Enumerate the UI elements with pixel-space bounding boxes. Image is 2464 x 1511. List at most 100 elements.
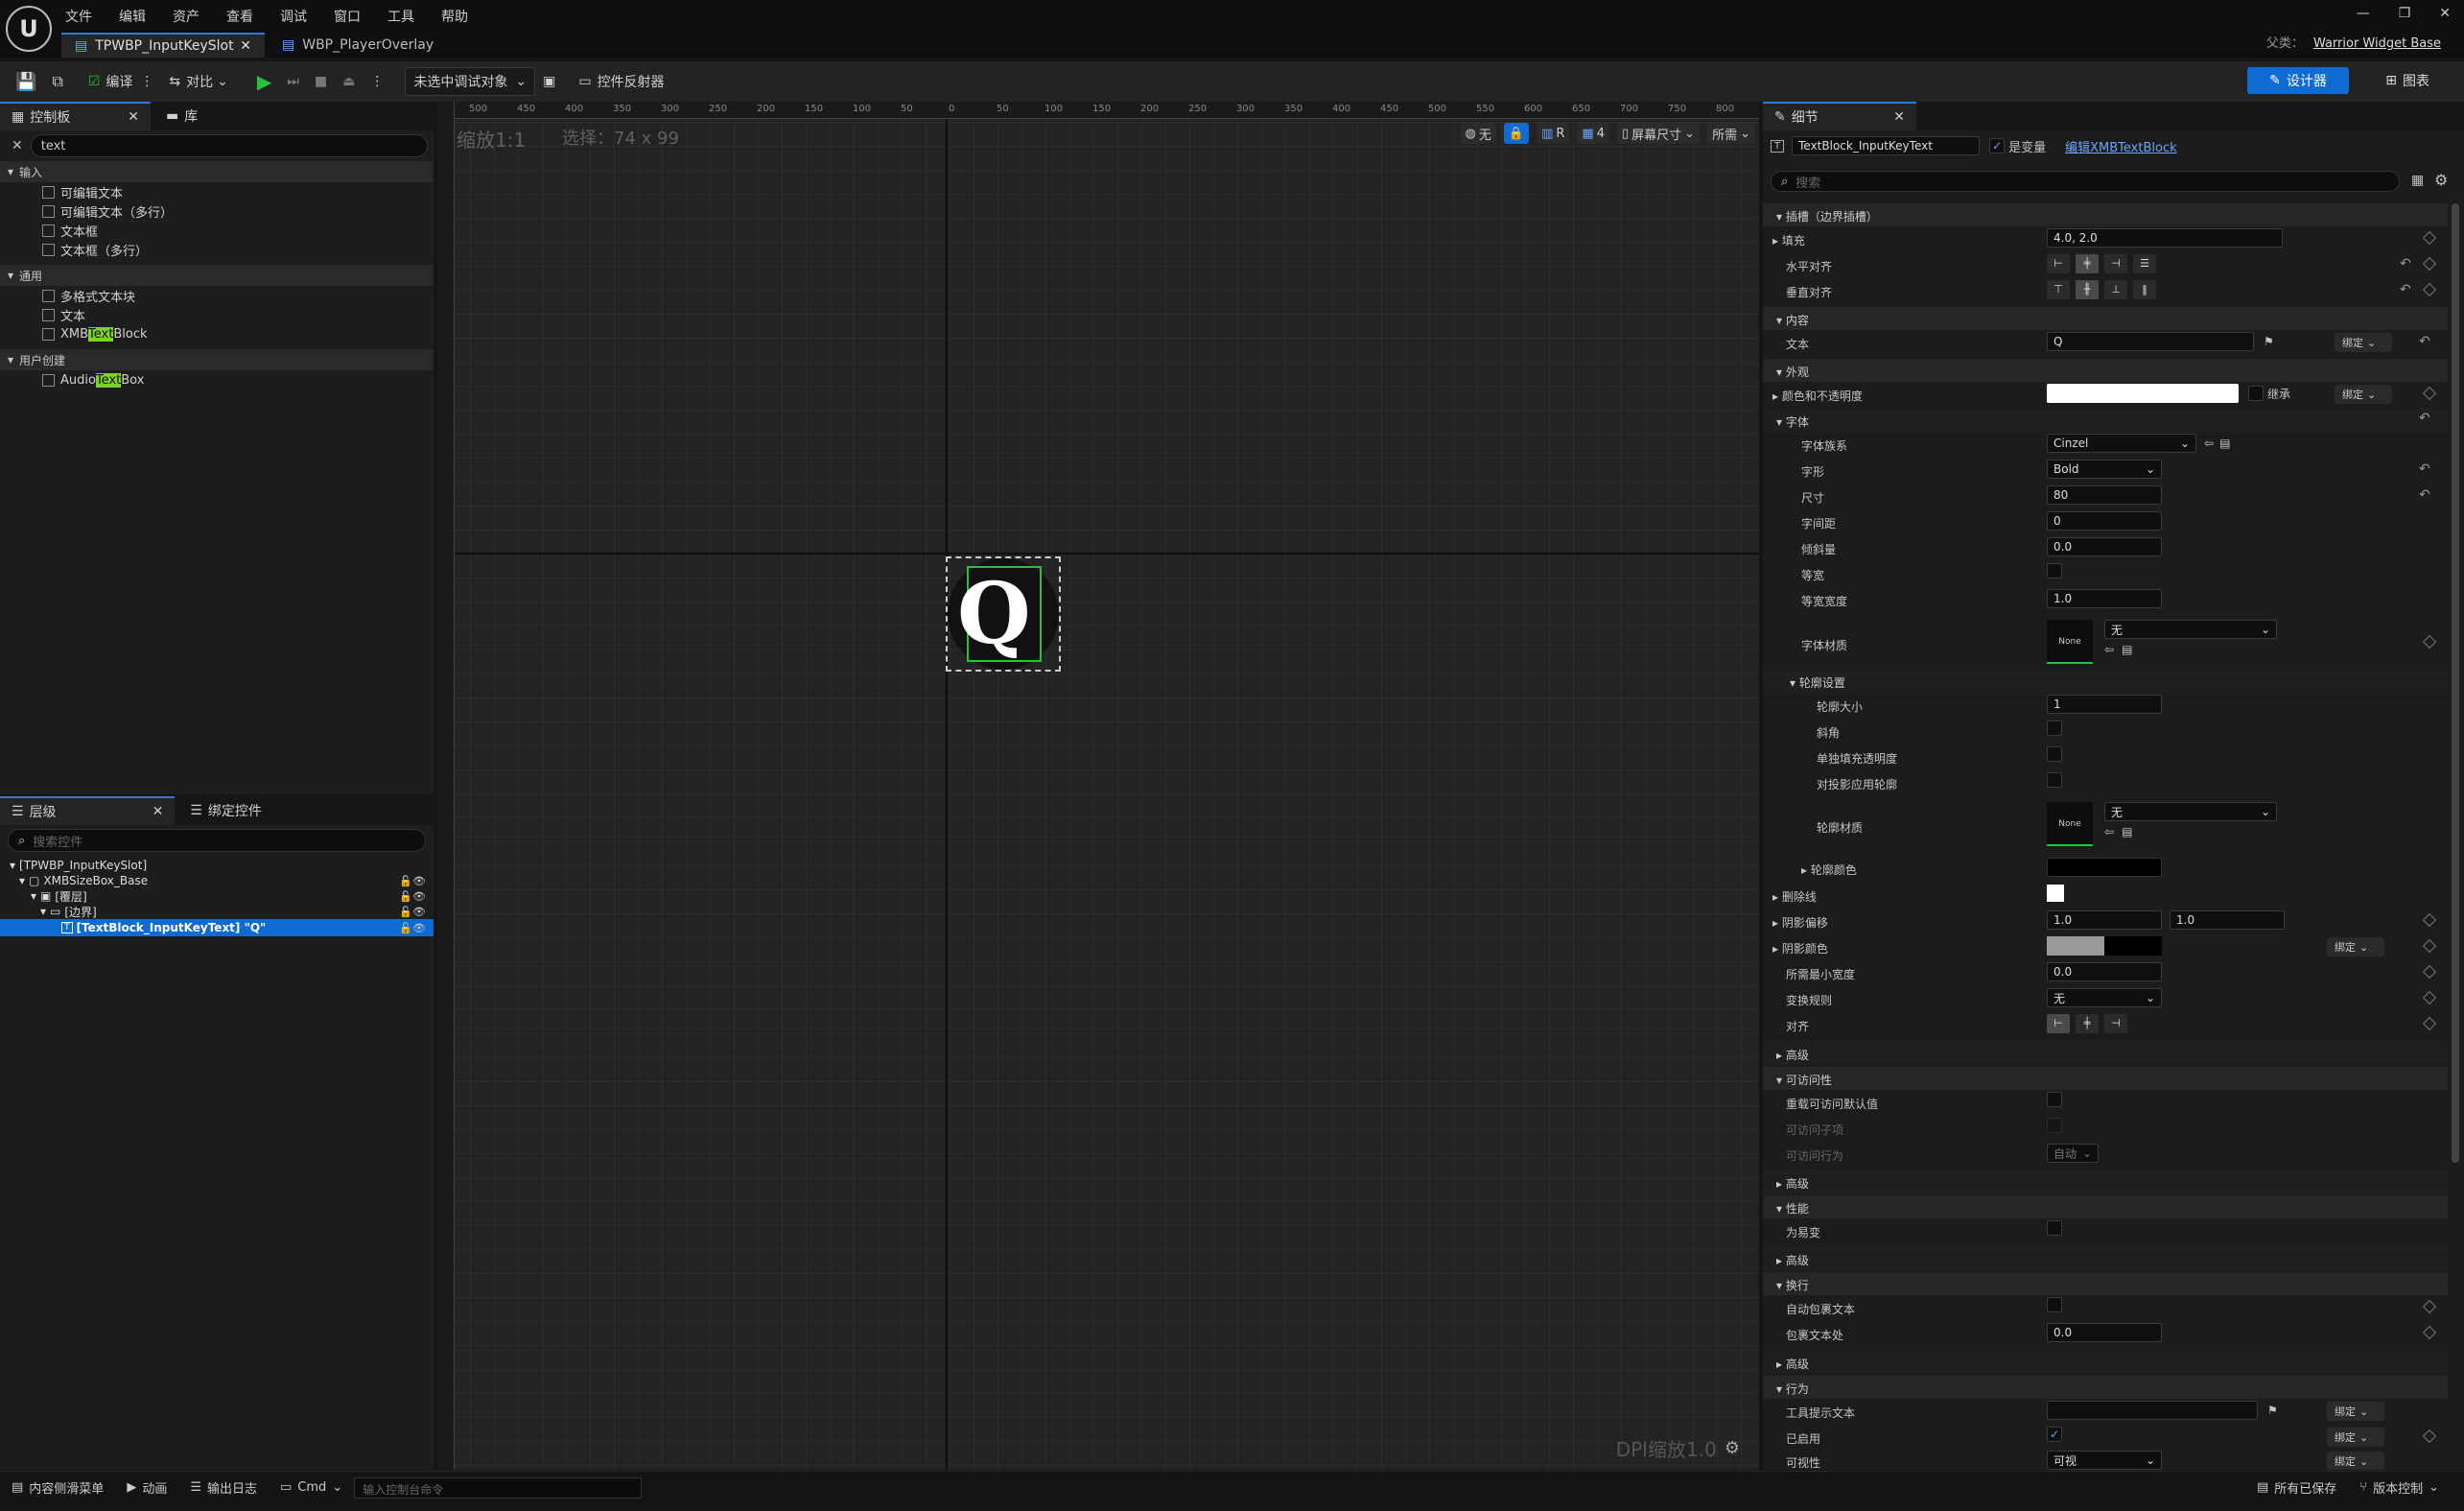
language-preview-button[interactable]: ◍ 无 [1460, 123, 1496, 144]
lock-toggle[interactable]: 🔒 [1503, 123, 1530, 144]
respect-locks-button[interactable]: ▥ R [1537, 123, 1570, 144]
tree-row-textblock-selected[interactable]: T [TextBlock_InputKeyText] "Q" 🔓👁 [0, 919, 434, 936]
minimize-icon[interactable]: — [2357, 6, 2370, 21]
valign-center-icon[interactable]: ╫ [2076, 280, 2099, 299]
font-size-field[interactable]: 80 [2047, 485, 2162, 505]
keyframe-icon[interactable] [2422, 1299, 2437, 1314]
keyframe-icon[interactable] [2422, 282, 2437, 297]
strike-color-swatch[interactable] [2047, 885, 2064, 902]
visibility-select[interactable]: 可视 ⌄ [2047, 1451, 2162, 1470]
keyframe-icon[interactable] [2422, 990, 2437, 1005]
reset-icon[interactable]: ↶ [2419, 411, 2430, 426]
lock-eye-icon[interactable]: 🔓👁 [399, 922, 426, 934]
gear-icon[interactable]: ⚙ [1725, 1438, 1740, 1458]
bind-button[interactable]: 绑定 ⌄ [2327, 1428, 2384, 1447]
tab-bind-widgets[interactable]: ☰ 绑定控件 [175, 801, 277, 820]
folder-icon[interactable]: ▤ [2122, 825, 2132, 838]
reset-icon[interactable]: ↶ [2419, 487, 2430, 503]
typeface-select[interactable]: Bold ⌄ [2047, 460, 2162, 479]
source-control-button[interactable]: ⑂ 版本控制 ⌄ [2348, 1472, 2451, 1504]
list-item[interactable]: 可编辑文本（多行） [0, 201, 434, 221]
justify-right-icon[interactable]: ⊣ [2104, 1014, 2127, 1033]
keyframe-icon[interactable] [2422, 256, 2437, 272]
separate-fill-checkbox[interactable] [2047, 746, 2062, 762]
doc-tab-inputkeyslot[interactable]: ▤ TPWBP_InputKeySlot ✕ [61, 33, 265, 58]
close-icon[interactable]: ✕ [128, 109, 139, 125]
save-icon[interactable]: 💾 [8, 67, 44, 96]
section-font[interactable]: ▾ 字体 ↶ [1763, 409, 2448, 432]
keyframe-icon[interactable] [2422, 634, 2437, 649]
hierarchy-search-input[interactable]: ⌕ 搜索控件 [8, 829, 426, 852]
section-outline-settings[interactable]: ▾ 轮廓设置 [1763, 670, 2448, 693]
console-command-input[interactable]: 输入控制台命令 [354, 1476, 643, 1499]
section-content[interactable]: ▾ 内容 [1763, 307, 2448, 330]
cmd-select[interactable]: ▭ Cmd ⌄ [269, 1472, 354, 1504]
selected-text-widget[interactable]: Q [946, 556, 1061, 672]
reset-icon[interactable]: ↶ [2400, 256, 2411, 272]
autowrap-checkbox[interactable] [2047, 1297, 2062, 1312]
monospace-width-field[interactable]: 1.0 [2047, 589, 2162, 608]
is-enabled-checkbox[interactable]: ✓ [2047, 1427, 2062, 1442]
restore-icon[interactable]: ❐ [2399, 6, 2411, 21]
font-material-thumbnail[interactable]: None [2047, 620, 2093, 664]
lock-eye-icon[interactable]: 🔓👁 [399, 906, 426, 918]
screen-size-select[interactable]: ▯ 屏幕尺寸 ⌄ [1617, 123, 1701, 144]
color-swatch-white[interactable] [2047, 384, 2239, 403]
fill-mode-select[interactable]: 所需 ⌄ [1707, 123, 1755, 144]
section-performance[interactable]: ▾ 性能 [1763, 1195, 2448, 1218]
keyframe-icon[interactable] [2422, 230, 2437, 246]
lock-eye-icon[interactable]: 🔓👁 [399, 875, 426, 887]
palette-search-input[interactable]: text [30, 134, 428, 157]
monospace-checkbox[interactable] [2047, 563, 2062, 578]
widget-reflector-button[interactable]: ▭ 控件反射器 [571, 67, 671, 96]
menu-edit[interactable]: 编辑 [119, 7, 146, 26]
close-icon[interactable]: ✕ [1893, 109, 1905, 125]
parent-class-link[interactable]: Warrior Widget Base [2313, 36, 2441, 51]
close-window-icon[interactable]: ✕ [2439, 6, 2451, 21]
keyframe-icon[interactable] [2422, 912, 2437, 928]
dpi-scale-label[interactable]: DPI缩放1.0 ⚙ [1616, 1434, 1740, 1462]
list-item-xmb-text-block[interactable]: XMB Text Block [0, 324, 434, 343]
debug-filter-icon[interactable]: ▣ [535, 67, 563, 96]
eject-icon[interactable]: ⏏ [335, 67, 363, 96]
bind-button[interactable]: 绑定 ⌄ [2327, 937, 2384, 956]
list-item[interactable]: 多格式文本块 [0, 286, 434, 305]
browse-icon[interactable]: ⧉ [44, 67, 70, 96]
outline-material-select[interactable]: 无 ⌄ [2104, 802, 2277, 821]
reset-icon[interactable]: ↶ [2419, 334, 2430, 349]
justify-left-icon[interactable]: ⊢ [2047, 1014, 2070, 1033]
content-drawer-button[interactable]: ▤ 内容侧滑菜单 [0, 1472, 115, 1504]
valign-fill-icon[interactable]: ‖ [2133, 280, 2156, 299]
reset-icon[interactable]: ↶ [2400, 282, 2411, 297]
tab-details[interactable]: ✎ 细节 ✕ [1763, 102, 1916, 130]
shadow-offset-y-field[interactable]: 1.0 [2170, 910, 2285, 930]
tab-hierarchy[interactable]: ☰ 层级 ✕ [0, 796, 176, 825]
unreal-logo-icon[interactable]: U [6, 6, 52, 52]
browse-asset-icon[interactable]: ⇦ [2104, 643, 2114, 656]
menu-view[interactable]: 查看 [226, 7, 253, 26]
category-user-created[interactable]: ▾ 用户创建 [0, 349, 434, 370]
letter-spacing-field[interactable]: 0 [2047, 511, 2162, 531]
font-family-select[interactable]: Cinzel ⌄ [2047, 434, 2196, 453]
close-icon[interactable]: ✕ [240, 38, 251, 54]
bind-button[interactable]: 绑定 ⌄ [2335, 385, 2392, 404]
section-behavior[interactable]: ▾ 行为 [1763, 1376, 2448, 1399]
list-item[interactable]: 文本框 [0, 221, 434, 240]
miter-checkbox[interactable] [2047, 720, 2062, 736]
keyframe-icon[interactable] [2422, 938, 2437, 954]
diff-button[interactable]: ⇆ 对比 ⌄ [161, 67, 235, 96]
output-log-button[interactable]: ☰ 输出日志 [178, 1472, 269, 1504]
font-material-select[interactable]: 无 ⌄ [2104, 620, 2277, 639]
menu-asset[interactable]: 资产 [173, 7, 199, 26]
tree-row-root[interactable]: ▾ [TPWBP_InputKeySlot] [0, 858, 434, 873]
widget-name-field[interactable]: TextBlock_InputKeyText [1792, 136, 1981, 155]
play-icon[interactable]: ▶ [249, 67, 279, 96]
doc-tab-playeroverlay[interactable]: ▤ WBP_PlayerOverlay [269, 33, 441, 58]
bind-button[interactable]: 绑定 ⌄ [2335, 333, 2392, 352]
designer-viewport[interactable]: 500 450 400 350 300 250 200 150 100 50 0 50 100 150 20… [437, 102, 1759, 1470]
align-center-icon[interactable]: ╪ [2076, 254, 2099, 273]
details-search-input[interactable]: ⌕ 搜索 [1771, 171, 2400, 192]
folder-icon[interactable]: ▤ [2122, 643, 2132, 656]
outline-material-thumbnail[interactable]: None [2047, 802, 2093, 846]
outline-color-swatch[interactable] [2047, 858, 2162, 877]
